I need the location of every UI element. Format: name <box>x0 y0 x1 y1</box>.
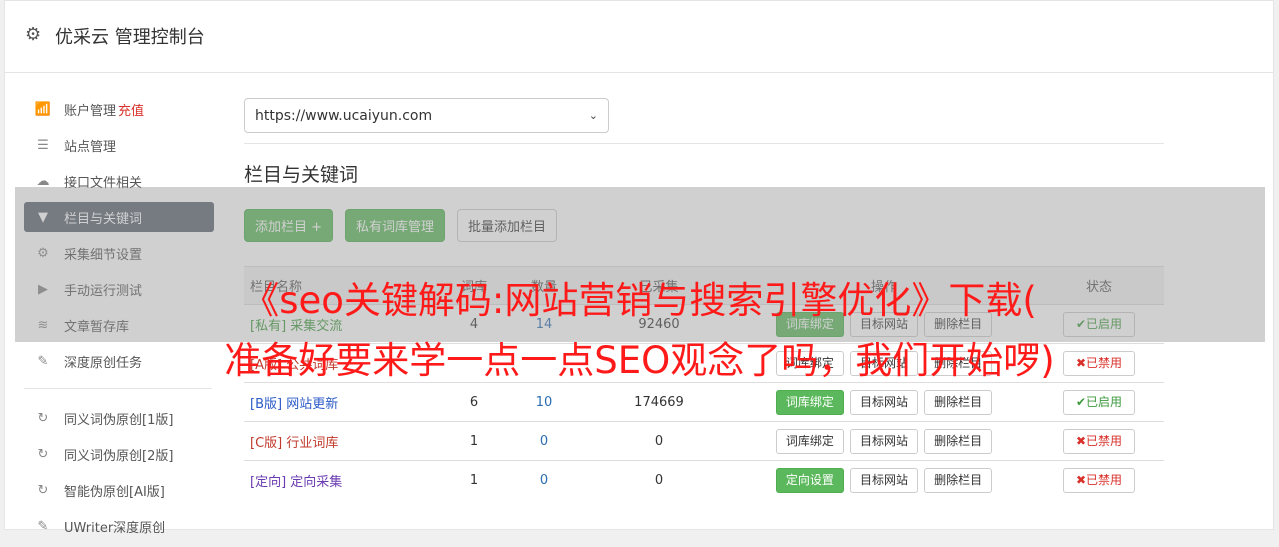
row-status-cell: ✔已启用 <box>1034 382 1164 422</box>
table-row: [定向] 定向采集 1 0 0 定向设置 目标网站 删除栏目 ✖已禁用 <box>244 460 1164 500</box>
chevron-down-icon: ⌄ <box>588 109 598 122</box>
site-select-value: https://www.ucaiyun.com <box>255 107 433 124</box>
row-status-cell: ✖已禁用 <box>1034 460 1164 500</box>
bind-library-button[interactable]: 词库绑定 <box>775 428 844 454</box>
row-name: 定向采集 <box>290 474 343 490</box>
sidebar-item[interactable]: ↻ 智能伪原创[AI版] <box>24 475 214 505</box>
delete-column-button[interactable]: 删除栏目 <box>924 389 993 415</box>
row-tag: [C版] <box>250 435 283 451</box>
overlay-title-line2: 准备好要来学一点一点SEO观念了吗，我们开始啰) <box>224 339 1055 382</box>
gear-icon: ⚙ <box>25 24 42 45</box>
table-row: [B版] 网站更新 6 10 174669 词库绑定 目标网站 删除栏目 ✔已启用 <box>244 382 1164 422</box>
overlay-title-line1: 《seo关键解码:网站营销与搜索引擎优化》下载( <box>242 279 1037 322</box>
row-count[interactable]: 0 <box>504 460 584 500</box>
sidebar-item[interactable]: ↻ 同义词伪原创[2版] <box>24 439 214 469</box>
row-name: 网站更新 <box>286 396 339 412</box>
sidebar-item-label: 智能伪原创[AI版] <box>64 484 165 500</box>
header: ⚙ 优采云 管理控制台 <box>5 1 1273 73</box>
delete-column-button[interactable]: 删除栏目 <box>924 467 993 493</box>
refresh-icon: ↻ <box>37 410 49 426</box>
target-site-button[interactable]: 目标网站 <box>849 467 918 493</box>
delete-column-button[interactable]: 删除栏目 <box>924 428 993 454</box>
status-toggle-button[interactable]: ✔已启用 <box>1063 389 1135 415</box>
status-toggle-button[interactable]: ✖已禁用 <box>1063 428 1135 454</box>
row-status-cell: ✖已禁用 <box>1034 421 1164 461</box>
status-toggle-button[interactable]: ✖已禁用 <box>1063 467 1135 493</box>
site-select[interactable]: https://www.ucaiyun.com ⌄ <box>244 98 609 133</box>
sidebar-item[interactable]: ↻ 同义词伪原创[1版] <box>24 403 214 433</box>
row-collected: 0 <box>584 421 734 461</box>
row-count[interactable]: 10 <box>504 382 584 422</box>
row-lib-count: 1 <box>444 460 504 500</box>
row-name: 行业词库 <box>286 435 339 451</box>
refresh-icon: ↻ <box>37 446 49 462</box>
row-name-cell[interactable]: [B版] 网站更新 <box>244 382 444 422</box>
section-title: 栏目与关键词 <box>244 164 359 186</box>
table-row: [C版] 行业词库 1 0 0 词库绑定 目标网站 删除栏目 ✖已禁用 <box>244 421 1164 461</box>
sidebar-item[interactable]: ☰ 站点管理 <box>24 130 214 160</box>
bar-chart-icon: 📶 <box>34 101 52 117</box>
row-collected: 0 <box>584 460 734 500</box>
recharge-link[interactable]: 充值 <box>118 100 144 119</box>
row-name-cell[interactable]: [定向] 定向采集 <box>244 460 444 500</box>
row-count[interactable]: 0 <box>504 421 584 461</box>
row-collected: 174669 <box>584 382 734 422</box>
row-name-cell[interactable]: [C版] 行业词库 <box>244 421 444 461</box>
row-lib-count: 6 <box>444 382 504 422</box>
row-lib-count: 1 <box>444 421 504 461</box>
edit-icon: ✎ <box>37 518 49 534</box>
row-tag: [B版] <box>250 396 283 412</box>
row-actions: 词库绑定 目标网站 删除栏目 <box>734 382 1034 422</box>
sidebar-item-label: UWriter深度原创 <box>64 520 166 536</box>
refresh-icon: ↻ <box>37 482 49 498</box>
sidebar-item-label: 同义词伪原创[1版] <box>64 412 174 428</box>
bind-library-button[interactable]: 词库绑定 <box>775 389 844 415</box>
server-icon: ☰ <box>37 137 49 153</box>
sidebar-item-label: 账户管理 <box>64 103 117 119</box>
row-actions: 词库绑定 目标网站 删除栏目 <box>734 421 1034 461</box>
sidebar-item[interactable]: ✎ UWriter深度原创 <box>24 511 214 541</box>
divider <box>244 143 1164 144</box>
page-title: 优采云 管理控制台 <box>55 27 205 48</box>
target-site-button[interactable]: 目标网站 <box>849 389 918 415</box>
row-tag: [定向] <box>250 474 287 490</box>
sidebar-item-label: 站点管理 <box>64 139 117 155</box>
row-actions: 定向设置 目标网站 删除栏目 <box>734 460 1034 500</box>
sidebar-item-label: 同义词伪原创[2版] <box>64 448 174 464</box>
sidebar-item[interactable]: 📶 账户管理 充值 <box>24 94 214 124</box>
sidebar-divider <box>24 388 212 389</box>
target-site-button[interactable]: 目标网站 <box>849 428 918 454</box>
bind-library-button[interactable]: 定向设置 <box>775 467 844 493</box>
